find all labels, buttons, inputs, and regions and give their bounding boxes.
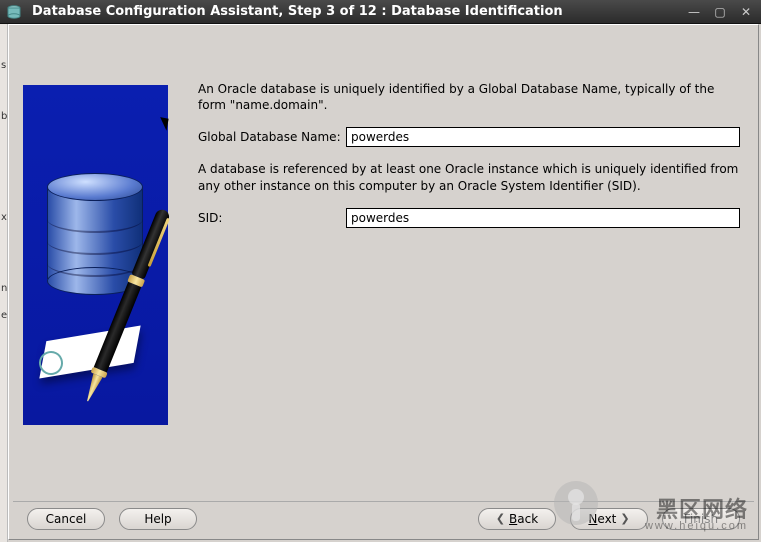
button-bar: Cancel Help ❮ Back Next ❯ Finish xyxy=(13,501,754,535)
next-arrow-icon: ❯ xyxy=(620,512,629,525)
database-illustration xyxy=(23,85,168,425)
finish-button: Finish xyxy=(662,508,740,530)
global-db-name-label: Global Database Name: xyxy=(198,130,346,144)
sid-input[interactable] xyxy=(346,208,740,228)
help-button[interactable]: Help xyxy=(119,508,197,530)
intro-text-1: An Oracle database is uniquely identifie… xyxy=(198,81,740,113)
back-button[interactable]: ❮ Back xyxy=(478,508,556,530)
maximize-button[interactable]: ▢ xyxy=(711,4,729,20)
titlebar: Database Configuration Assistant, Step 3… xyxy=(0,0,761,24)
form-panel: An Oracle database is uniquely identifie… xyxy=(178,29,754,499)
content-area: An Oracle database is uniquely identifie… xyxy=(13,29,754,499)
next-button[interactable]: Next ❯ xyxy=(570,508,648,530)
back-arrow-icon: ❮ xyxy=(496,512,505,525)
app-icon xyxy=(6,4,22,20)
cancel-button[interactable]: Cancel xyxy=(27,508,105,530)
sid-label: SID: xyxy=(198,211,346,225)
illustration-panel xyxy=(13,29,178,499)
sid-row: SID: xyxy=(198,208,740,228)
background-strip: s b x n e xyxy=(0,24,8,542)
minimize-button[interactable]: — xyxy=(685,4,703,20)
global-db-name-row: Global Database Name: xyxy=(198,127,740,147)
close-button[interactable]: ✕ xyxy=(737,4,755,20)
window-controls: — ▢ ✕ xyxy=(685,4,755,20)
dialog-window: An Oracle database is uniquely identifie… xyxy=(8,24,759,540)
intro-text-2: A database is referenced by at least one… xyxy=(198,161,740,193)
window-title: Database Configuration Assistant, Step 3… xyxy=(32,4,685,19)
global-db-name-input[interactable] xyxy=(346,127,740,147)
